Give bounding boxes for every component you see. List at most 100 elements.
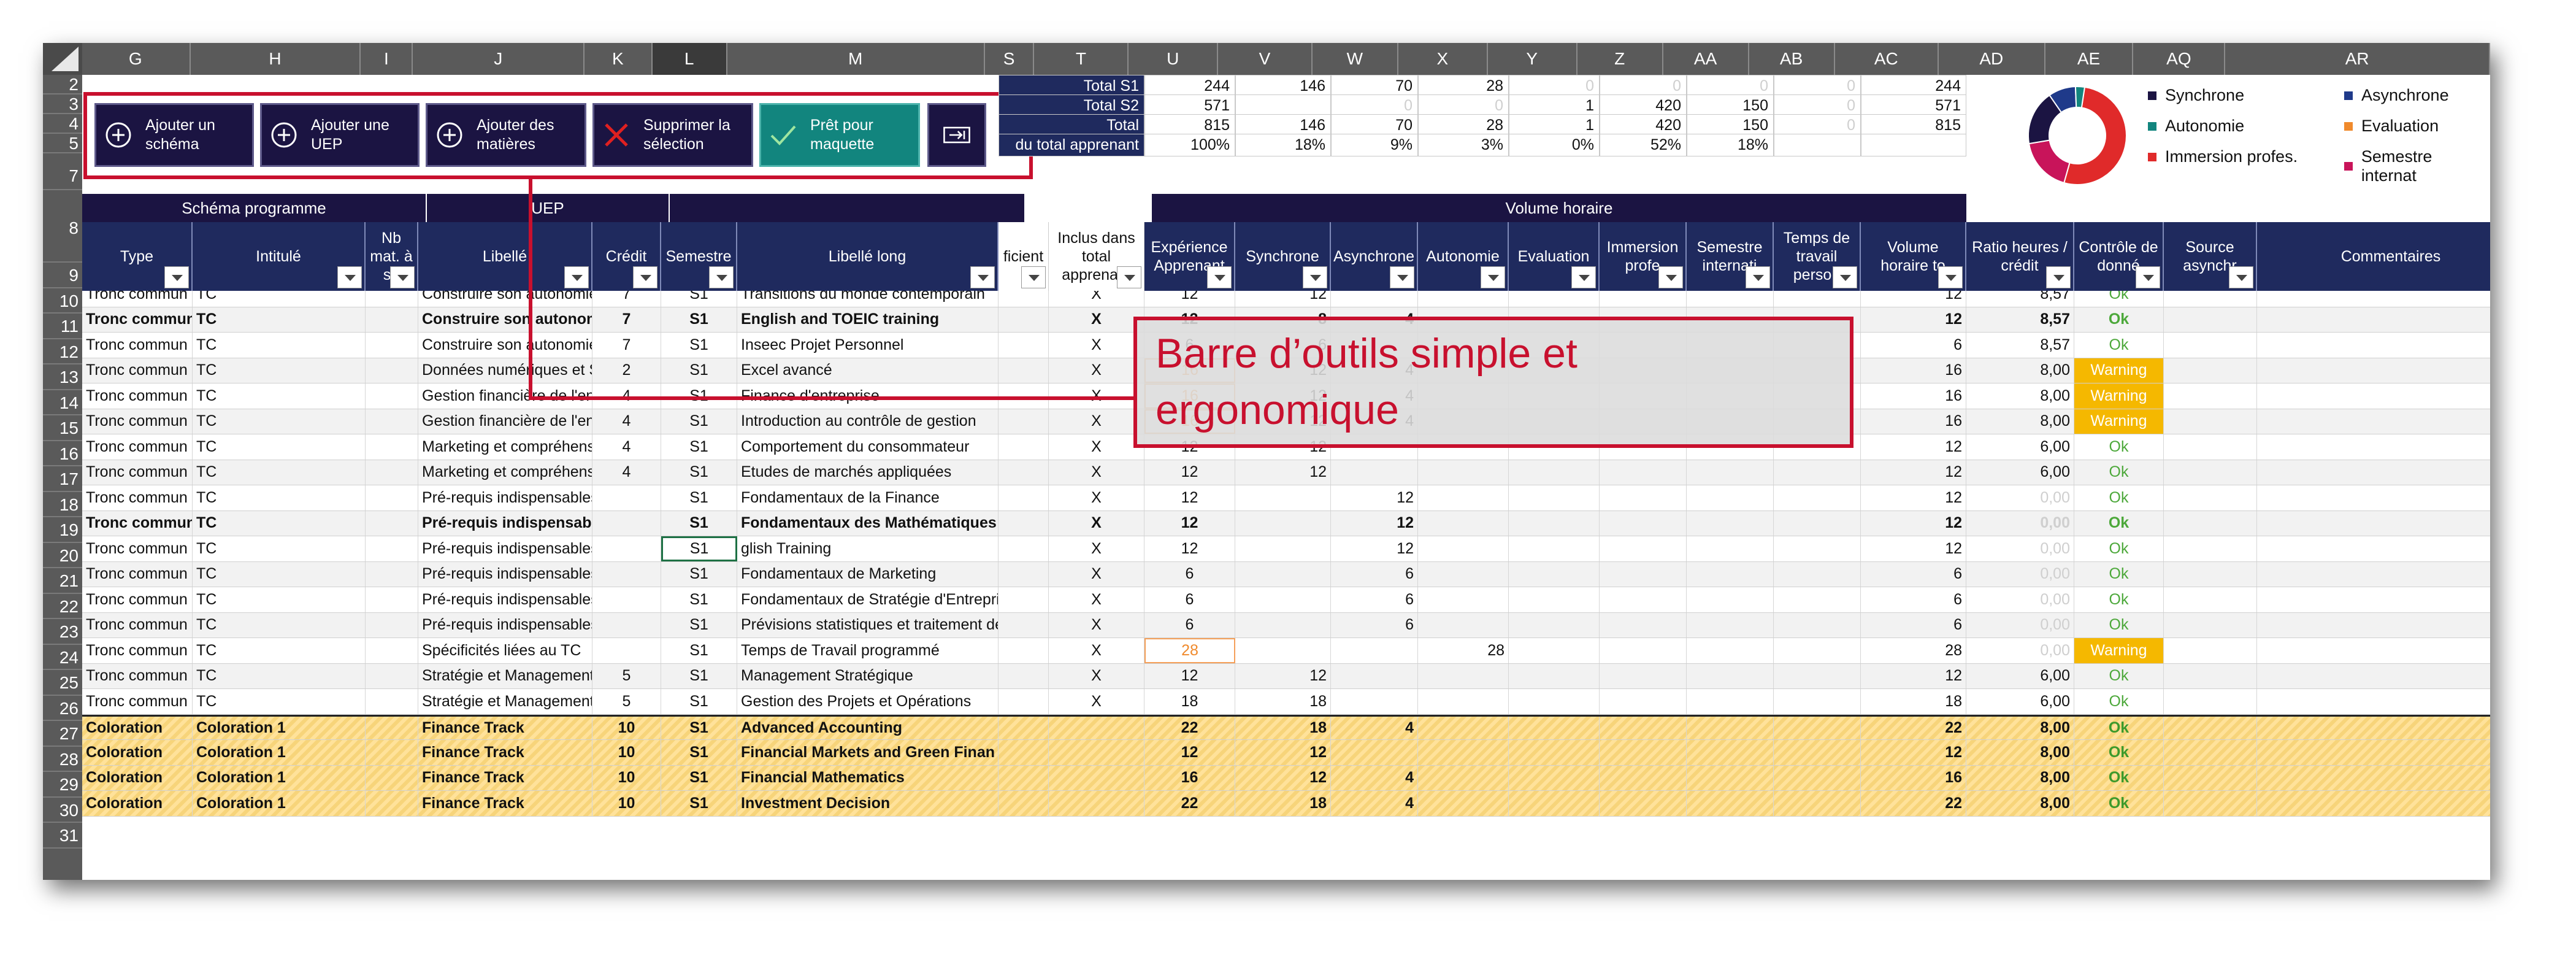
cell-int[interactable]: TC bbox=[193, 561, 366, 587]
cell-sint[interactable] bbox=[1687, 460, 1774, 485]
cell-coef[interactable] bbox=[999, 358, 1049, 383]
cell-src[interactable] bbox=[2164, 740, 2257, 765]
cell-tps[interactable] bbox=[1774, 561, 1861, 587]
cell-vol[interactable]: 12 bbox=[1861, 740, 1966, 765]
cell-asy[interactable]: 6 bbox=[1331, 561, 1418, 587]
cell-int[interactable]: TC bbox=[193, 689, 366, 714]
cell-ratio[interactable]: 0,00 bbox=[1966, 638, 2074, 663]
cell-lib[interactable]: Spécificités liées au TC bbox=[418, 638, 592, 663]
cell-vol[interactable]: 16 bbox=[1861, 383, 1966, 409]
cell-lib[interactable]: Marketing et compréhens bbox=[418, 434, 592, 460]
cell-exp[interactable]: 12 bbox=[1144, 536, 1235, 561]
cell-syn[interactable] bbox=[1235, 561, 1331, 587]
cell-int[interactable]: Coloration 1 bbox=[193, 791, 366, 816]
cell-syn[interactable] bbox=[1235, 536, 1331, 561]
cell-cr[interactable] bbox=[592, 485, 661, 510]
cell-coef[interactable] bbox=[999, 791, 1049, 816]
cell-ctl[interactable]: Ok bbox=[2074, 510, 2164, 536]
cell-lib[interactable]: Gestion financière de l'en bbox=[418, 409, 592, 434]
column-header-j[interactable]: J bbox=[413, 43, 585, 75]
cell-imm[interactable] bbox=[1600, 689, 1687, 714]
cell-nb[interactable] bbox=[366, 510, 418, 536]
cell-ratio[interactable]: 8,00 bbox=[1966, 791, 2074, 816]
cell-ctl[interactable]: Ok bbox=[2074, 765, 2164, 790]
cell-nb[interactable] bbox=[366, 383, 418, 409]
cell-ratio[interactable]: 0,00 bbox=[1966, 485, 2074, 510]
column-header-w[interactable]: W bbox=[1313, 43, 1398, 75]
cell-lib[interactable]: Pré-requis indispensables bbox=[418, 485, 592, 510]
cell-inc[interactable]: X bbox=[1049, 689, 1144, 714]
cell-type[interactable]: Coloration bbox=[82, 716, 193, 739]
cell-tps[interactable] bbox=[1774, 485, 1861, 510]
cell-com[interactable] bbox=[2257, 536, 2490, 561]
cell-asy[interactable]: 12 bbox=[1331, 485, 1418, 510]
ready-for-mockup-button[interactable]: Prêt pour maquette bbox=[759, 103, 920, 167]
cell-cr[interactable]: 10 bbox=[592, 716, 661, 739]
cell-exp[interactable]: 28 bbox=[1144, 638, 1235, 663]
cell-lib[interactable]: Données numériques et S bbox=[418, 358, 592, 383]
row-header-2[interactable]: 2 bbox=[43, 75, 82, 94]
cell-tps[interactable] bbox=[1774, 663, 1861, 688]
column-header-g[interactable]: G bbox=[82, 43, 191, 75]
cell-nb[interactable] bbox=[366, 460, 418, 485]
row-header-18[interactable]: 18 bbox=[43, 492, 82, 517]
cell-coef[interactable] bbox=[999, 765, 1049, 790]
filter-dropdown-icon[interactable] bbox=[1207, 266, 1232, 288]
filter-dropdown-icon[interactable] bbox=[2046, 266, 2071, 288]
table-row[interactable]: Coloration Coloration 1 Finance Track 10 S1 I… bbox=[82, 791, 2490, 817]
cell-sem[interactable]: S1 bbox=[661, 765, 737, 790]
cell-cr[interactable]: 7 bbox=[592, 333, 661, 358]
cell-syn[interactable]: 18 bbox=[1235, 791, 1331, 816]
row-header-3[interactable]: 3 bbox=[43, 94, 82, 114]
cell-cr[interactable] bbox=[592, 510, 661, 536]
cell-type[interactable]: Tronc commun bbox=[82, 536, 193, 561]
cell-long[interactable]: Management Stratégique bbox=[737, 663, 999, 688]
filter-dropdown-icon[interactable] bbox=[1303, 266, 1327, 288]
cell-inc[interactable]: X bbox=[1049, 409, 1144, 434]
cell-inc[interactable]: X bbox=[1049, 638, 1144, 663]
cell-type[interactable]: Tronc commun bbox=[82, 663, 193, 688]
row-header-13[interactable]: 13 bbox=[43, 364, 82, 390]
cell-inc[interactable]: X bbox=[1049, 587, 1144, 612]
cell-syn[interactable]: 12 bbox=[1235, 460, 1331, 485]
row-header-21[interactable]: 21 bbox=[43, 568, 82, 594]
cell-aut[interactable] bbox=[1418, 663, 1509, 688]
row-header-11[interactable]: 11 bbox=[43, 314, 82, 339]
cell-cr[interactable]: 10 bbox=[592, 740, 661, 765]
cell-cr[interactable] bbox=[592, 638, 661, 663]
cell-com[interactable] bbox=[2257, 409, 2490, 434]
cell-cr[interactable]: 10 bbox=[592, 765, 661, 790]
row-header-23[interactable]: 23 bbox=[43, 619, 82, 645]
cell-exp[interactable]: 16 bbox=[1144, 765, 1235, 790]
cell-com[interactable] bbox=[2257, 740, 2490, 765]
cell-src[interactable] bbox=[2164, 689, 2257, 714]
cell-int[interactable]: TC bbox=[193, 663, 366, 688]
cell-com[interactable] bbox=[2257, 613, 2490, 638]
cell-nb[interactable] bbox=[366, 536, 418, 561]
cell-sint[interactable] bbox=[1687, 587, 1774, 612]
column-header-k[interactable]: K bbox=[585, 43, 653, 75]
cell-lib[interactable]: Pré-requis indispensables bbox=[418, 536, 592, 561]
cell-lib[interactable]: Construire son autonomie bbox=[418, 333, 592, 358]
cell-src[interactable] bbox=[2164, 663, 2257, 688]
table-row[interactable]: Tronc commun TC Stratégie et Management 5 S1… bbox=[82, 689, 2490, 715]
cell-aut[interactable] bbox=[1418, 561, 1509, 587]
cell-type[interactable]: Tronc commun bbox=[82, 460, 193, 485]
cell-int[interactable]: TC bbox=[193, 307, 366, 332]
cell-long[interactable]: Temps de Travail programmé bbox=[737, 638, 999, 663]
cell-sem[interactable]: S1 bbox=[661, 409, 737, 434]
cell-src[interactable] bbox=[2164, 409, 2257, 434]
cell-aut[interactable] bbox=[1418, 612, 1509, 638]
cell-coef[interactable] bbox=[999, 740, 1049, 765]
cell-ratio[interactable]: 8,57 bbox=[1966, 307, 2074, 332]
cell-nb[interactable] bbox=[366, 638, 418, 663]
cell-nb[interactable] bbox=[366, 485, 418, 510]
cell-nb[interactable] bbox=[366, 689, 418, 714]
row-header-22[interactable]: 22 bbox=[43, 594, 82, 619]
table-row[interactable]: Tronc commun TC Marketing et compréhens 4 S1… bbox=[82, 460, 2490, 485]
cell-vol[interactable]: 22 bbox=[1861, 716, 1966, 739]
cell-tps[interactable] bbox=[1774, 460, 1861, 485]
cell-type[interactable]: Tronc commun bbox=[82, 434, 193, 460]
cell-exp[interactable]: 22 bbox=[1144, 791, 1235, 816]
cell-eva[interactable] bbox=[1509, 485, 1600, 510]
